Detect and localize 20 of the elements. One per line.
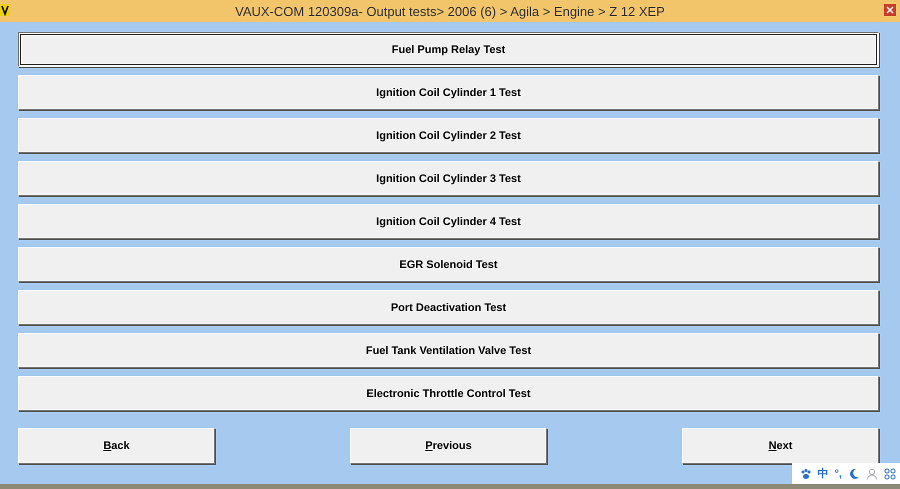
window-title: VAUX-COM 120309a- Output tests> 2006 (6) > Agila > Engine > Z 12 XEP [235,4,665,18]
test-button[interactable]: Port Deactivation Test [18,290,879,325]
app-icon [0,4,10,16]
test-button[interactable]: Electronic Throttle Control Test [18,376,879,411]
nav-button[interactable]: Back [18,428,215,464]
test-button[interactable]: Ignition Coil Cylinder 4 Test [18,204,879,239]
test-button[interactable]: Fuel Tank Ventilation Valve Test [18,333,879,368]
punctuation-mode[interactable]: °, [834,468,842,480]
test-button[interactable]: Ignition Coil Cylinder 1 Test [18,75,879,110]
moon-icon[interactable] [848,468,860,480]
close-icon[interactable] [884,4,896,16]
test-button[interactable]: EGR Solenoid Test [18,247,879,282]
test-button[interactable]: Fuel Pump Relay Test [18,32,879,67]
grid-icon[interactable] [884,468,896,480]
paw-icon[interactable] [800,468,812,480]
input-mode[interactable]: 中 [818,466,829,481]
test-button[interactable]: Ignition Coil Cylinder 3 Test [18,161,879,196]
nav-button[interactable]: Previous [350,428,547,464]
test-button[interactable]: Ignition Coil Cylinder 2 Test [18,118,879,153]
nav-button[interactable]: Next [682,428,879,464]
